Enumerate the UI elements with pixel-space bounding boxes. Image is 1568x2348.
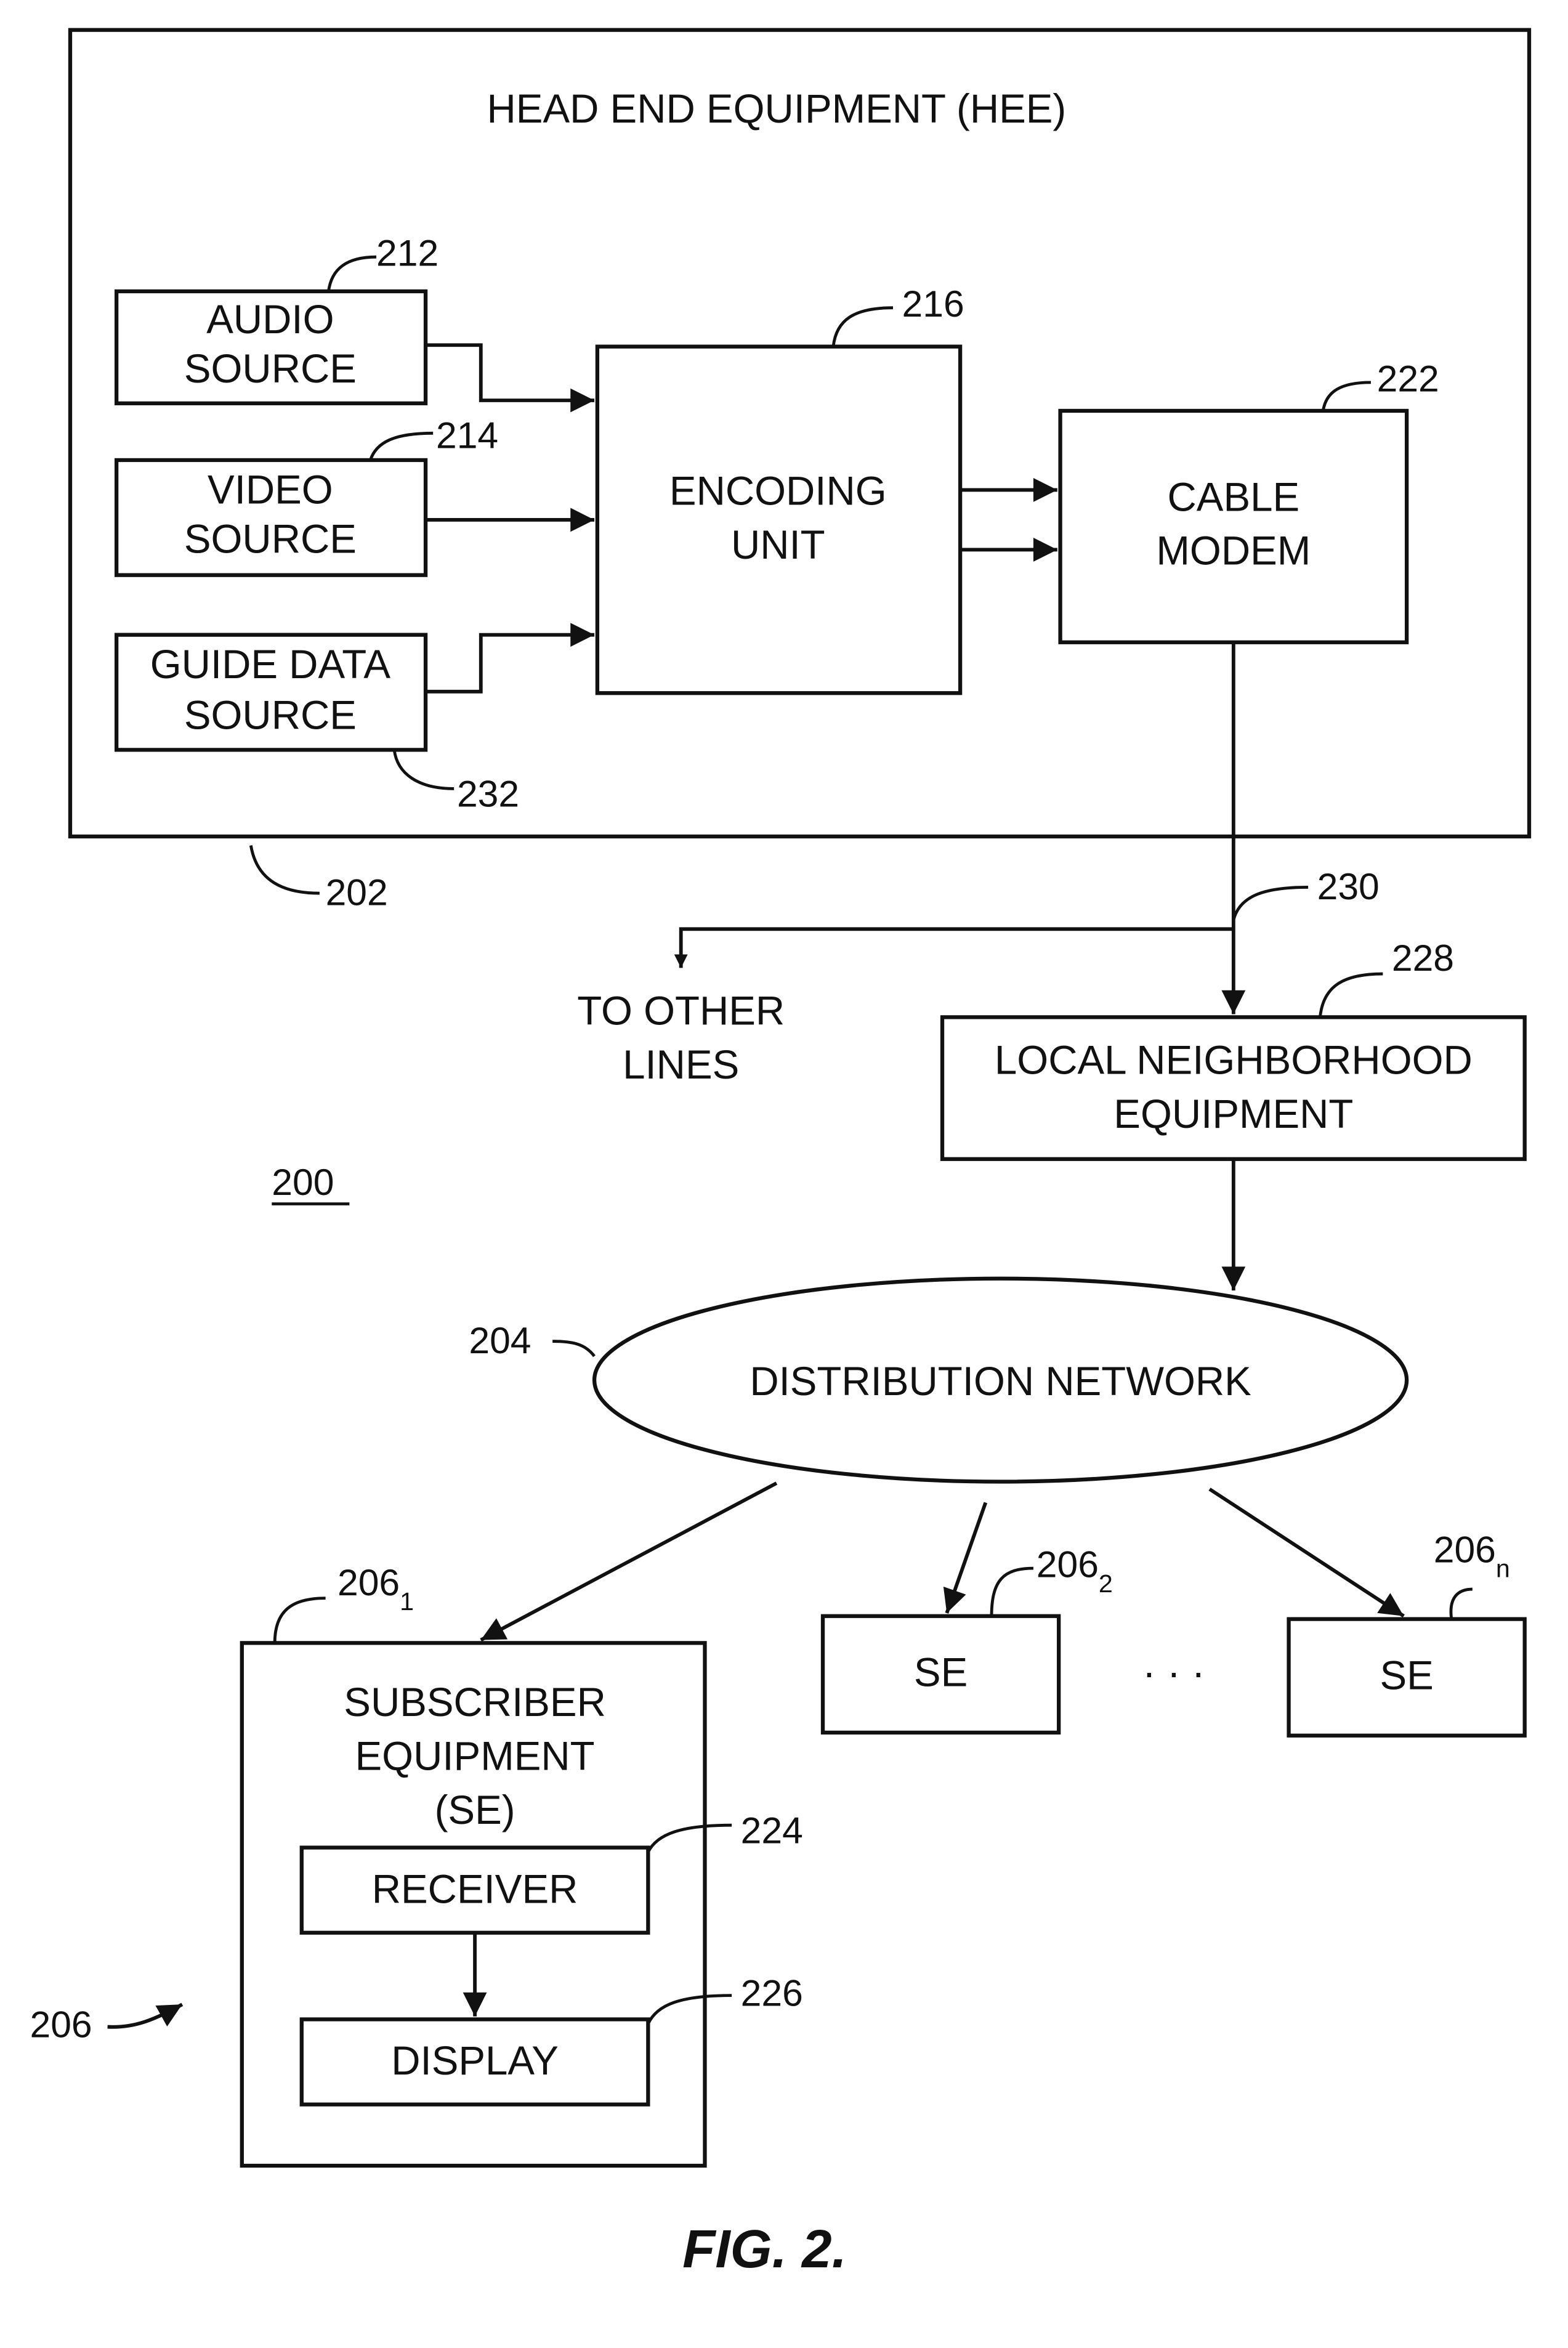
svg-text:SOURCE: SOURCE	[184, 516, 357, 561]
audio-source-block: AUDIO SOURCE 212	[114, 232, 438, 405]
se-n-block: SE 206n	[1287, 1528, 1527, 1738]
svg-text:RECEIVER: RECEIVER	[372, 1866, 578, 1911]
display-ref: 226	[741, 1972, 803, 2014]
guide-data-source-block: GUIDE DATA SOURCE 232	[114, 633, 519, 815]
to-other-lines-line2: LINES	[623, 1042, 739, 1087]
ellipsis: · · ·	[1142, 1650, 1205, 1695]
svg-text:VIDEO: VIDEO	[208, 467, 333, 512]
svg-text:EQUIPMENT: EQUIPMENT	[355, 1733, 595, 1778]
svg-text:SUBSCRIBER: SUBSCRIBER	[344, 1680, 606, 1725]
svg-text:(SE): (SE)	[435, 1787, 515, 1832]
svg-text:ENCODING: ENCODING	[669, 469, 887, 514]
distribution-network-ref: 204	[469, 1319, 531, 1361]
figure-caption: FIG. 2.	[682, 2219, 847, 2279]
svg-text:MODEM: MODEM	[1156, 528, 1311, 573]
guide-data-source-ref: 232	[457, 773, 519, 815]
svg-text:CABLE: CABLE	[1168, 474, 1300, 519]
svg-text:SOURCE: SOURCE	[184, 346, 357, 391]
video-source-ref: 214	[436, 415, 498, 456]
hee-connections	[426, 343, 1057, 694]
head-end-ref-leader	[249, 845, 320, 895]
audio-source-ref: 212	[376, 232, 438, 274]
local-neighborhood-ref: 228	[1392, 937, 1454, 979]
head-end-title: HEAD END EQUIPMENT (HEE)	[487, 86, 1067, 131]
subscriber-equipment-ref: 2061	[337, 1561, 414, 1616]
encoding-unit-ref: 216	[902, 283, 964, 325]
video-source-block: VIDEO SOURCE 214	[114, 415, 498, 577]
to-other-lines-arrow	[674, 927, 1234, 968]
subscriber-group-arrow	[107, 2002, 184, 2029]
svg-text:DISPLAY: DISPLAY	[391, 2038, 559, 2083]
svg-text:AUDIO: AUDIO	[206, 297, 334, 342]
distribution-network: DISTRIBUTION NETWORK 204	[469, 1276, 1409, 1642]
audio-to-encoder-arrow	[426, 343, 595, 413]
svg-text:LOCAL NEIGHBORHOOD: LOCAL NEIGHBORHOOD	[995, 1038, 1473, 1083]
line-230-ref: 230	[1317, 865, 1380, 907]
system-diagram: HEAD END EQUIPMENT (HEE) 202 AUDIO SOURC…	[30, 28, 1532, 2279]
network-to-se1-arrow	[480, 1481, 778, 1642]
se-2-ref: 2062	[1037, 1544, 1113, 1598]
subscriber-group-ref: 206	[30, 2002, 184, 2046]
cable-modem-block: CABLE MODEM 222	[1058, 357, 1439, 644]
cable-modem-ref: 222	[1377, 357, 1439, 399]
svg-text:EQUIPMENT: EQUIPMENT	[1113, 1091, 1353, 1136]
svg-text:SE: SE	[1380, 1653, 1433, 1698]
network-to-sen-arrow	[1208, 1488, 1405, 1618]
to-other-lines-line1: TO OTHER	[577, 989, 785, 1034]
system-ref: 200	[272, 1161, 334, 1203]
receiver-ref: 224	[741, 1809, 803, 1851]
svg-text:206: 206	[30, 2004, 92, 2046]
encoding-unit-block: ENCODING UNIT 216	[595, 283, 964, 695]
svg-text:DISTRIBUTION NETWORK: DISTRIBUTION NETWORK	[750, 1359, 1251, 1404]
svg-text:UNIT: UNIT	[731, 522, 825, 567]
se-2-block: SE 2062	[820, 1544, 1113, 1735]
svg-text:SE: SE	[914, 1650, 968, 1695]
network-to-se2-arrow	[943, 1502, 988, 1614]
receiver-block: RECEIVER 224	[299, 1809, 803, 2017]
svg-text:GUIDE DATA: GUIDE DATA	[150, 642, 391, 687]
guide-to-encoder-arrow	[426, 623, 595, 694]
svg-text:SOURCE: SOURCE	[184, 692, 357, 737]
se-n-ref: 206n	[1434, 1528, 1510, 1582]
line-230: 230 TO OTHER LINES	[577, 642, 1380, 1087]
head-end-ref: 202	[326, 872, 388, 913]
display-block: DISPLAY 226	[299, 1972, 803, 2107]
